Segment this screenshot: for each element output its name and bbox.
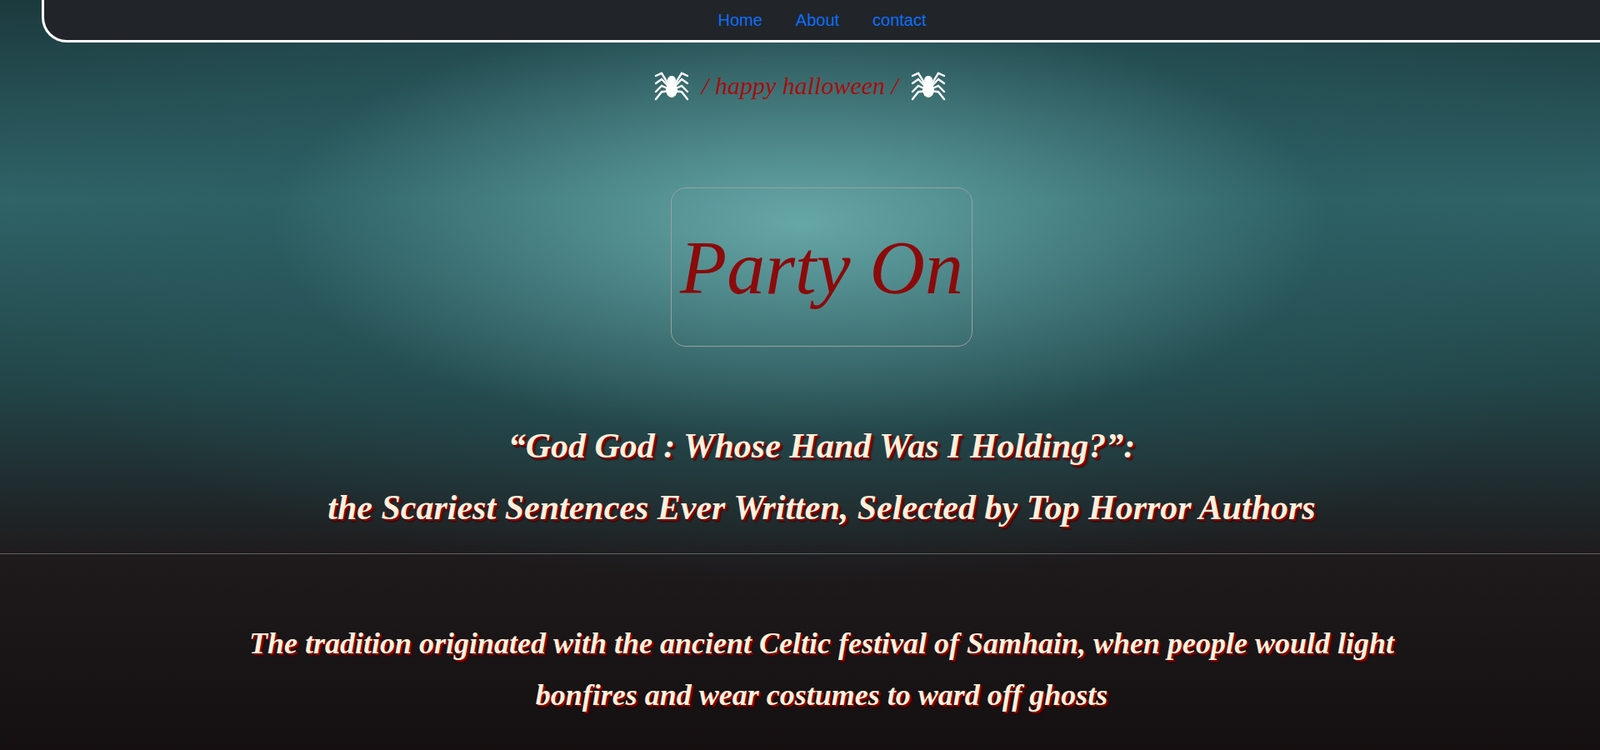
spider-icon xyxy=(653,67,690,105)
headline-line: the Scariest Sentences Ever Written, Sel… xyxy=(327,476,1315,539)
banner: / happy halloween / xyxy=(0,42,1600,110)
feature-row: Party On xyxy=(0,109,1600,347)
paragraph: The tradition originated with the ancien… xyxy=(0,554,1600,721)
banner-text: / happy halloween / xyxy=(701,71,899,100)
paragraph-line: The tradition originated with the ancien… xyxy=(249,617,1395,670)
headline-line: “God God : Whose Hand Was I Holding?”: xyxy=(508,415,1136,477)
nav-link[interactable]: contact xyxy=(872,10,926,30)
paragraph-line: bonfires and wear costumes to ward off g… xyxy=(535,669,1108,721)
headline: “God God : Whose Hand Was I Holding?”:th… xyxy=(0,346,1600,539)
divider xyxy=(0,553,1600,555)
feature-box: Party On xyxy=(670,187,973,347)
nav-link[interactable]: About xyxy=(795,10,840,30)
page: Home About contact / happy halloween / Party… xyxy=(0,0,1600,750)
feature-text: Party On xyxy=(680,223,964,312)
nav-bar: Home About contact xyxy=(41,0,1600,43)
spider-icon xyxy=(910,67,947,105)
nav-link[interactable]: Home xyxy=(717,10,762,30)
